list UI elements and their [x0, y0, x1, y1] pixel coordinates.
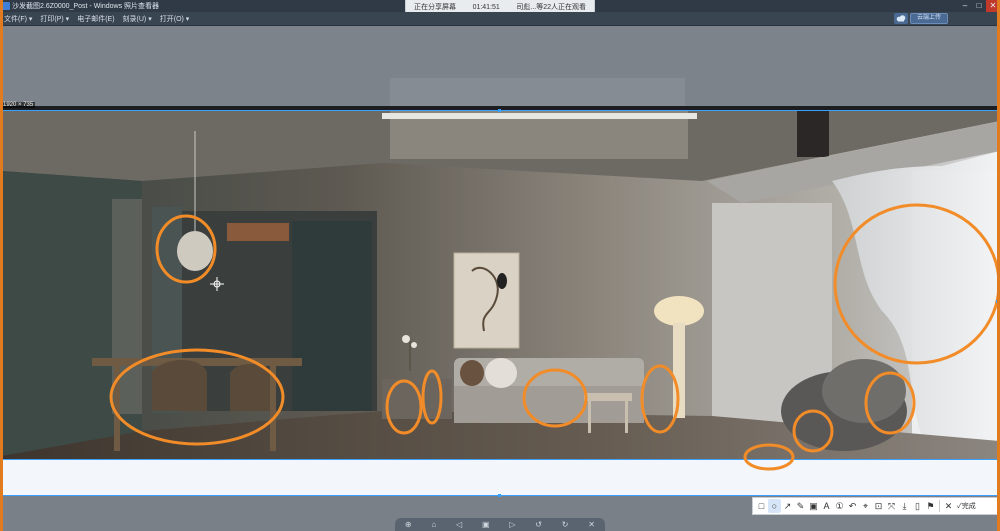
pen-tool-icon[interactable]: ✎: [794, 499, 807, 513]
undo-icon[interactable]: ↶: [846, 499, 859, 513]
menu-print[interactable]: 打印(P) ▾: [36, 14, 73, 24]
next-icon[interactable]: ▷: [509, 520, 515, 529]
selection-size-label: 1920 × 735: [1, 102, 36, 108]
rectangle-tool-icon[interactable]: □: [755, 499, 768, 513]
window-controls: – □ ✕: [958, 0, 1000, 12]
slideshow-icon[interactable]: ▣: [482, 520, 490, 529]
text-tool-icon[interactable]: A: [820, 499, 833, 513]
living-room-render: [2, 111, 998, 459]
cloud-upload-button[interactable]: 云端上传: [910, 13, 948, 24]
delete-icon[interactable]: ✕: [588, 520, 595, 529]
copy-icon[interactable]: ▯: [911, 499, 924, 513]
share-timer: 01:41:51: [472, 3, 500, 11]
share-border-left: [0, 0, 3, 531]
photo-viewer-icon: [2, 2, 10, 10]
minimize-button[interactable]: –: [958, 0, 972, 12]
annotation-toolbar: □ ○ ↗ ✎ ▣ A ① ↶ ⌖ ⊡ ⤧ ⤓ ▯ ⚑ ✕ ✓完成: [752, 497, 999, 515]
dimmed-background: [0, 26, 1000, 106]
share-status: 正在分享屏幕: [414, 4, 456, 11]
menu-open[interactable]: 打开(O) ▾: [156, 14, 194, 24]
download-icon[interactable]: ⤓: [898, 499, 911, 513]
toolbar-divider: [939, 500, 940, 512]
selection-handle-top[interactable]: [498, 109, 501, 112]
share-viewers[interactable]: 司彪...等22人正在观看: [516, 2, 586, 12]
dimmed-panel: [390, 78, 685, 106]
maximize-button[interactable]: □: [972, 0, 986, 12]
previous-icon[interactable]: ◁: [456, 520, 462, 529]
window-title: 沙发截图2.6Z0000_Post - Windows 照片查看器: [12, 3, 160, 10]
ocr-icon[interactable]: ⊡: [872, 499, 885, 513]
zoom-icon[interactable]: ⊕: [405, 520, 412, 529]
rotate-left-icon[interactable]: ↺: [535, 520, 542, 529]
annotation-floor-rug[interactable]: [743, 442, 796, 472]
home-icon[interactable]: ⌂: [431, 520, 436, 529]
ellipse-tool-icon[interactable]: ○: [768, 499, 781, 513]
bookmark-icon[interactable]: ⚑: [924, 499, 937, 513]
menu-bar: 文件(F) ▾ 打印(P) ▾ 电子邮件(E) 刻录(U) ▾ 打开(O) ▾ …: [0, 12, 1000, 26]
capture-bottom-area: [1, 443, 999, 496]
pin-icon[interactable]: ⌖: [859, 499, 872, 513]
cancel-icon[interactable]: ✕: [942, 499, 955, 513]
number-tool-icon[interactable]: ①: [833, 499, 846, 513]
capture-selection[interactable]: [1, 110, 999, 460]
rotate-right-icon[interactable]: ↻: [562, 520, 569, 529]
translate-icon[interactable]: ⤧: [885, 499, 898, 513]
menu-file[interactable]: 文件(F) ▾: [0, 14, 36, 24]
arrow-tool-icon[interactable]: ↗: [781, 499, 794, 513]
cloud-icon: [894, 13, 908, 24]
screen: 沙发截图2.6Z0000_Post - Windows 照片查看器 – □ ✕ …: [0, 0, 1000, 531]
mosaic-tool-icon[interactable]: ▣: [807, 499, 820, 513]
menu-email[interactable]: 电子邮件(E): [73, 14, 118, 24]
done-button[interactable]: ✓完成: [955, 501, 976, 511]
viewer-control-dock: ⊕ ⌂ ◁ ▣ ▷ ↺ ↻ ✕: [395, 518, 605, 531]
selection-handle-bottom[interactable]: [498, 494, 501, 497]
menu-burn[interactable]: 刻录(U) ▾: [119, 14, 156, 24]
